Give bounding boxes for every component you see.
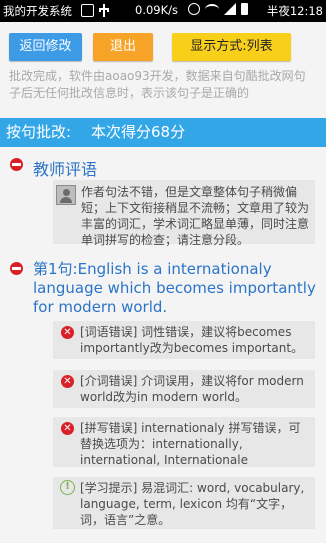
error-icon: ✕ — [61, 422, 74, 435]
issue-item: ! [学习提示] 易混词汇: word, vocabulary, languag… — [53, 477, 315, 529]
issue-text: [介词错误] 介词误用，建议将for modern world改为in mode… — [80, 374, 304, 404]
error-icon: ✕ — [61, 375, 74, 388]
info-note: 批改完成，软件由aoao93开发，数据来自句酷批改网句子后无任何批改信息时，表示… — [9, 69, 306, 100]
teacher-avatar-icon — [56, 185, 76, 205]
issue-text: [学习提示] 易混词汇: word, vocabulary, language,… — [80, 481, 305, 527]
wifi-icon — [205, 3, 219, 15]
display-mode-button[interactable]: 显示方式:列表 — [172, 33, 291, 61]
back-edit-button[interactable]: 返回修改 — [9, 33, 82, 61]
sentence-section-icon — [10, 262, 23, 275]
issue-text: [拼写错误] internationaly 拼写错误，可替换选项为：intern… — [80, 421, 301, 467]
sentence-title: 第1句:English is a internationaly language… — [33, 260, 316, 316]
status-time: 半夜12:18 — [266, 4, 323, 18]
teacher-section-icon — [10, 158, 23, 171]
tip-icon: ! — [60, 480, 75, 495]
issue-item: ✕ [拼写错误] internationaly 拼写错误，可替换选项为：inte… — [53, 417, 315, 467]
status-app-name: 我的开发系统 — [3, 4, 72, 18]
gallery-icon — [81, 4, 94, 17]
alarm-icon — [188, 3, 200, 15]
issue-item: ✕ [介词错误] 介词误用，建议将for modern world改为in mo… — [53, 370, 315, 408]
teacher-comment-text: 作者句法不错，但是文章整体句子稍微偏短；上下文衔接稍显不流畅；文章用了较为丰富的… — [81, 185, 310, 247]
score-text: 本次得分68分 — [91, 123, 186, 141]
usb-icon — [98, 4, 110, 17]
network-speed: 0.09K/s — [135, 3, 179, 17]
teacher-comment-box: 作者句法不错，但是文章整体句子稍微偏短；上下文衔接稍显不流畅；文章用了较为丰富的… — [53, 180, 315, 247]
error-icon: ✕ — [61, 326, 74, 339]
teacher-comment-title: 教师评语 — [33, 160, 98, 179]
status-bar: 我的开发系统 0.09K/s 半夜12:18 — [0, 0, 326, 22]
battery-icon — [241, 3, 248, 15]
score-bar: 按句批改: 本次得分68分 — [0, 118, 326, 147]
signal-icon — [224, 3, 236, 15]
issue-item: ✕ [词语错误] 词性错误，建议将becomes importantly改为be… — [53, 321, 315, 359]
issue-text: [词语错误] 词性错误，建议将becomes importantly改为beco… — [80, 325, 304, 355]
exit-button[interactable]: 退出 — [93, 33, 153, 61]
score-bar-label: 按句批改: — [6, 123, 72, 141]
